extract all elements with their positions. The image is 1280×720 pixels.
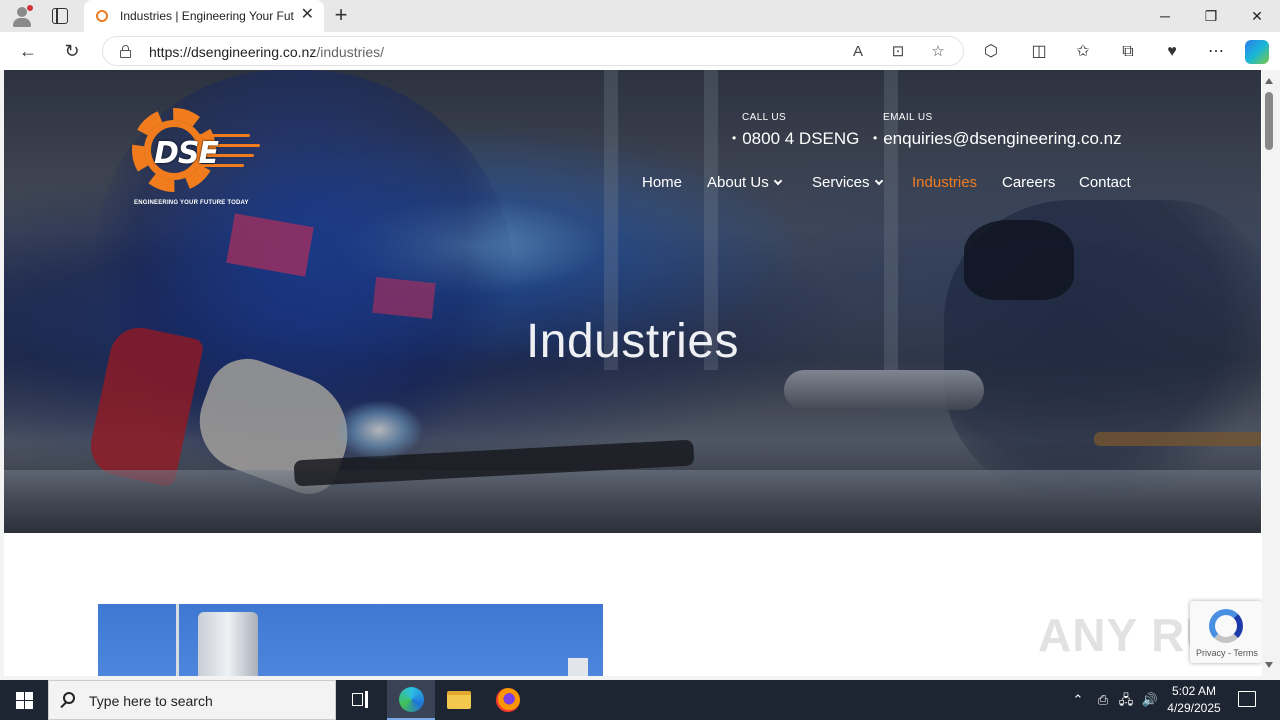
favorites-icon[interactable]: ✩ [1071, 40, 1095, 64]
page-title: Industries [525, 315, 740, 368]
chevron-down-icon [773, 176, 782, 186]
logo-mark: DSE [154, 136, 219, 171]
tab-title: Industries | Engineering Your Fut [120, 9, 294, 23]
search-placeholder: Type here to search [89, 693, 213, 709]
site-logo[interactable]: DSE ENGINEERING YOUR FUTURE TODAY [128, 104, 268, 210]
logo-tagline: ENGINEERING YOUR FUTURE TODAY [134, 200, 249, 206]
task-view-button[interactable] [336, 680, 384, 720]
folder-icon [447, 691, 471, 709]
refresh-button[interactable]: ↻ [60, 40, 84, 62]
taskbar-search-box[interactable]: Type here to search [48, 680, 336, 720]
search-icon [63, 692, 75, 704]
volume-icon[interactable]: 🔊 [1140, 680, 1160, 720]
taskbar-file-explorer[interactable] [435, 680, 483, 720]
nav-home[interactable]: Home [642, 174, 682, 191]
taskbar-edge[interactable] [387, 680, 435, 720]
chevron-down-icon [874, 176, 883, 186]
call-us-label: CALL US [742, 112, 787, 123]
restore-button[interactable]: ❐ [1188, 0, 1234, 32]
image-detail [568, 658, 588, 676]
tray-device-icon[interactable]: ⎙ [1094, 680, 1112, 720]
close-window-button[interactable]: ✕ [1234, 0, 1280, 32]
read-aloud-icon[interactable]: A [847, 41, 869, 63]
new-tab-button[interactable]: + [330, 4, 352, 26]
recaptcha-links[interactable]: Privacy - Terms [1196, 648, 1258, 658]
notification-icon[interactable] [1238, 691, 1256, 707]
back-button[interactable]: ← [16, 40, 40, 62]
tab-actions-icon[interactable] [52, 8, 68, 24]
recaptcha-badge[interactable]: Privacy - Terms [1190, 601, 1262, 663]
email-us-label: EMAIL US [883, 112, 933, 123]
windows-logo-icon [16, 692, 24, 700]
windows-logo-icon [16, 701, 24, 709]
collections-icon[interactable]: ⧉ [1116, 40, 1140, 64]
windows-logo-icon [25, 692, 33, 700]
copilot-icon[interactable] [1245, 40, 1269, 64]
page-scrollbar[interactable] [1262, 70, 1276, 676]
nav-contact[interactable]: Contact [1079, 174, 1131, 191]
lock-icon[interactable] [120, 45, 131, 58]
minimize-button[interactable]: ─ [1142, 0, 1188, 32]
task-view-icon [352, 693, 363, 706]
tray-chevron-icon[interactable]: ⌃ [1068, 680, 1088, 720]
site-favicon-icon [96, 10, 108, 22]
scroll-thumb[interactable] [1265, 92, 1273, 150]
nav-services-label: Services [812, 174, 870, 191]
network-icon[interactable]: 🖧 [1117, 680, 1135, 720]
windows-logo-icon [25, 701, 33, 709]
url-path: /industries/ [316, 44, 385, 60]
hero-banner: DSE ENGINEERING YOUR FUTURE TODAY CALL U… [4, 70, 1261, 533]
clock-date: 4/29/2025 [1167, 701, 1221, 715]
browser-essentials-icon[interactable]: ♥ [1160, 40, 1184, 64]
favorite-star-icon[interactable]: ☆ [927, 41, 949, 63]
phone-link[interactable]: 0800 4 DSENG [732, 129, 859, 149]
nav-careers[interactable]: Careers [1002, 174, 1055, 191]
profile-icon[interactable] [10, 4, 34, 28]
url-text[interactable]: https://dsengineering.co.nz/industries/ [149, 44, 384, 60]
recaptcha-icon [1209, 609, 1243, 643]
industry-image[interactable] [98, 604, 603, 676]
email-us-block: EMAIL US enquiries@dsengineering.co.nz [883, 112, 1122, 149]
page-viewport: DSE ENGINEERING YOUR FUTURE TODAY CALL U… [4, 70, 1262, 676]
split-screen-icon[interactable]: ◫ [1027, 40, 1051, 64]
tab-close-icon[interactable]: ✕ [301, 7, 314, 23]
firefox-icon [496, 688, 520, 712]
windows-taskbar: Type here to search ⌃ ⎙ 🖧 🔊 5:02 AM 4/29… [0, 680, 1280, 720]
nav-about-us-label: About Us [707, 174, 769, 191]
tab-industries[interactable]: Industries | Engineering Your Fut ✕ [84, 0, 324, 32]
nav-industries[interactable]: Industries [912, 174, 977, 191]
email-link[interactable]: enquiries@dsengineering.co.nz [873, 129, 1121, 149]
browser-title-bar: Industries | Engineering Your Fut ✕ + ─ … [0, 0, 1280, 32]
image-detail [176, 604, 179, 676]
taskbar-firefox[interactable] [484, 680, 532, 720]
start-button[interactable] [0, 680, 48, 720]
address-bar[interactable]: https://dsengineering.co.nz/industries/ … [102, 36, 964, 66]
system-clock[interactable]: 5:02 AM 4/29/2025 [1166, 683, 1222, 717]
extensions-icon[interactable]: ⬡ [979, 40, 1003, 64]
browser-toolbar: ← ↻ https://dsengineering.co.nz/industri… [0, 32, 1280, 70]
nav-about-us[interactable]: About Us [707, 174, 782, 191]
more-menu-icon[interactable]: ⋯ [1204, 40, 1228, 64]
scroll-down-icon[interactable] [1265, 662, 1273, 668]
edge-icon [399, 687, 424, 712]
image-detail [198, 612, 258, 676]
call-us-block: CALL US 0800 4 DSENG [742, 112, 859, 149]
url-host: https://dsengineering.co.nz [149, 44, 317, 60]
nav-services[interactable]: Services [812, 174, 883, 191]
clock-time: 5:02 AM [1171, 684, 1217, 698]
immersive-reader-icon[interactable]: ⊡ [887, 41, 909, 63]
scroll-up-icon[interactable] [1265, 78, 1273, 84]
